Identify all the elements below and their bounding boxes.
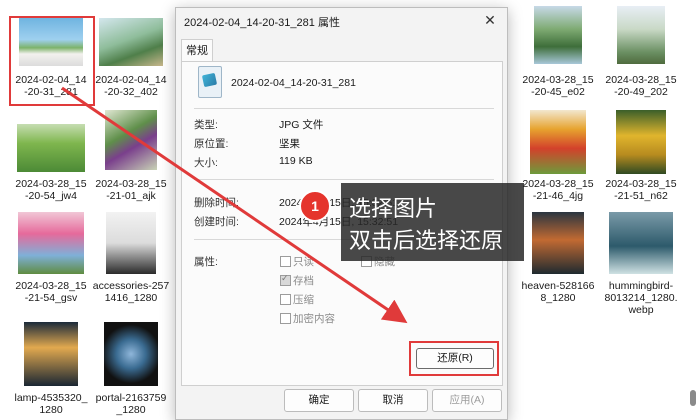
tutorial-callout: 选择图片 双击后选择还原 <box>341 183 524 261</box>
step-badge: 1 <box>299 190 331 222</box>
callout-line-1: 选择图片 <box>349 197 438 222</box>
callout-line-2: 双击后选择还原 <box>349 229 504 254</box>
